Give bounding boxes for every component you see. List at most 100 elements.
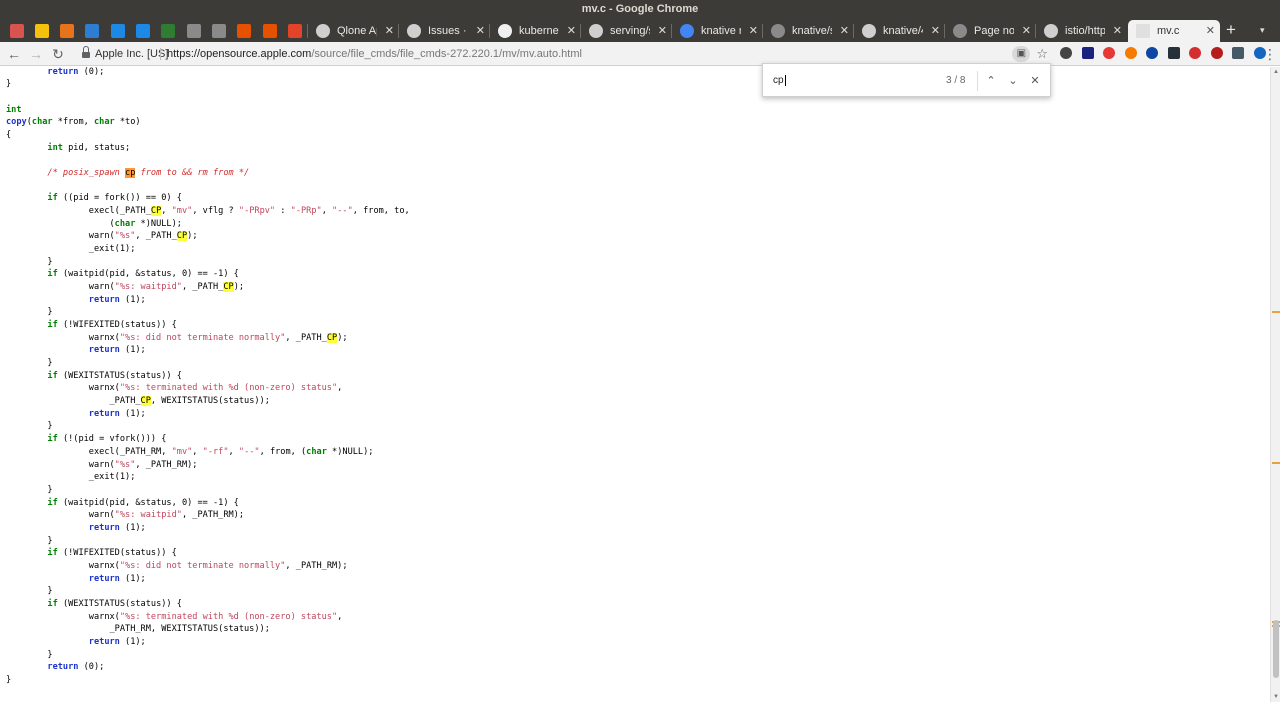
code-token: *)NULL); xyxy=(326,446,374,457)
code-token: , WEXITSTATUS(status)); xyxy=(150,396,270,407)
pinned-tab[interactable] xyxy=(257,20,282,42)
back-button[interactable]: ← xyxy=(4,44,24,64)
find-match-highlight: CP xyxy=(176,231,188,242)
find-previous-chevron-up-icon[interactable]: ⌃ xyxy=(982,71,1000,91)
lock-icon[interactable] xyxy=(82,46,90,58)
code-line: execl(_PATH_CP, "mv", vflg ? "-PRpv" : "… xyxy=(6,205,410,218)
bookmark-star-icon[interactable]: ☆ xyxy=(1036,44,1048,64)
url-text[interactable]: https://opensource.apple.com/source/file… xyxy=(167,44,582,64)
code-token: } xyxy=(6,535,53,546)
code-token: , xyxy=(337,383,343,394)
code-line: return (1); xyxy=(6,294,410,307)
ext-grid-icon[interactable] xyxy=(1232,47,1244,59)
tab-close-icon[interactable]: ✕ xyxy=(749,24,758,37)
ext-dark-icon[interactable] xyxy=(1167,47,1180,59)
code-token: { xyxy=(6,130,12,141)
code-token: "%s: waitpid" xyxy=(114,282,182,293)
code-token: (!(pid = vfork())) { xyxy=(57,434,167,445)
browser-tab[interactable]: kubernetes ✕ xyxy=(490,20,581,42)
scrollbar-thumb[interactable] xyxy=(1273,620,1279,678)
pinned-tab[interactable] xyxy=(282,20,307,42)
ext-square-icon[interactable] xyxy=(1081,47,1094,59)
code-token: return xyxy=(47,662,79,673)
browser-tab[interactable]: Page not f ✕ xyxy=(945,20,1036,42)
code-token: "--" xyxy=(332,206,353,217)
tab-close-icon[interactable]: ✕ xyxy=(1113,24,1122,37)
ext-orange-icon[interactable] xyxy=(1124,47,1137,59)
code-token: if xyxy=(47,548,58,559)
pinned-tab[interactable] xyxy=(156,20,181,42)
scroll-down-arrow-icon[interactable]: ▼ xyxy=(1273,694,1279,700)
ext-blue-arrow-icon[interactable] xyxy=(1146,47,1158,59)
find-next-chevron-down-icon[interactable]: ⌄ xyxy=(1004,71,1022,91)
code-token: } xyxy=(6,307,53,318)
vertical-scrollbar[interactable]: ▲ ▼ xyxy=(1270,67,1280,702)
active-tab[interactable]: mv.c ✕ xyxy=(1128,20,1220,42)
tab-close-icon[interactable]: ✕ xyxy=(1022,24,1031,37)
code-line: return (1); xyxy=(6,344,410,357)
pinned-tab[interactable] xyxy=(105,20,130,42)
scroll-up-arrow-icon[interactable]: ▲ xyxy=(1273,69,1279,75)
tab-close-icon[interactable]: ✕ xyxy=(840,24,849,37)
code-token: } xyxy=(6,649,53,660)
tab-search-chevron-icon[interactable]: ▾ xyxy=(1260,20,1265,40)
browser-tab[interactable]: serving/sp ✕ xyxy=(581,20,672,42)
tab-close-icon[interactable]: ✕ xyxy=(658,24,667,37)
loading-icon-2 xyxy=(211,24,226,38)
pinned-tab[interactable] xyxy=(181,20,206,42)
pinned-tab[interactable] xyxy=(232,20,257,42)
browser-tab[interactable]: knative/se ✕ xyxy=(763,20,854,42)
pinned-tab[interactable] xyxy=(131,20,156,42)
code-line: if (WEXITSTATUS(status)) { xyxy=(6,598,410,611)
code-token: (1); xyxy=(119,573,146,584)
browser-tab[interactable]: Qlone App ✕ xyxy=(308,20,399,42)
code-token: : xyxy=(275,206,291,217)
code-token: from to && rm from */ xyxy=(135,168,250,179)
address-divider xyxy=(160,48,161,60)
new-tab-button[interactable]: + xyxy=(1226,20,1236,40)
find-close-icon[interactable]: ✕ xyxy=(1026,71,1044,91)
code-token: , vflg ? xyxy=(192,206,239,217)
adblock-icon[interactable] xyxy=(1189,47,1201,59)
code-token: execl(_PATH_ xyxy=(6,206,151,217)
forward-button[interactable]: → xyxy=(26,44,46,64)
gear-orange-icon xyxy=(237,24,252,38)
info-ext-icon[interactable] xyxy=(1060,47,1072,59)
pinned-tab[interactable] xyxy=(55,20,80,42)
code-line: } xyxy=(6,674,410,687)
reload-button[interactable]: ↻ xyxy=(48,44,68,64)
browser-tab[interactable]: knative re ✕ xyxy=(672,20,763,42)
address-bar[interactable]: Apple Inc. [US] https://opensource.apple… xyxy=(74,44,1048,64)
pinned-tab[interactable] xyxy=(206,20,231,42)
browser-tab[interactable]: knative/4 ✕ xyxy=(854,20,945,42)
blank-page-icon xyxy=(1136,24,1150,38)
pinned-tab[interactable] xyxy=(4,20,29,42)
pinned-tab[interactable] xyxy=(80,20,105,42)
browser-tab[interactable]: Issues · kn ✕ xyxy=(399,20,490,42)
tab-separator xyxy=(307,24,308,38)
tab-close-icon[interactable]: ✕ xyxy=(567,24,576,37)
tab-close-icon[interactable]: ✕ xyxy=(385,24,394,37)
pinned-tab[interactable] xyxy=(29,20,54,42)
code-token: copy xyxy=(6,117,27,128)
github-icon xyxy=(862,24,876,38)
tab-close-icon[interactable]: ✕ xyxy=(931,24,940,37)
tab-close-icon[interactable]: ✕ xyxy=(1206,24,1215,37)
ext-red-icon[interactable] xyxy=(1103,47,1115,59)
find-divider xyxy=(977,71,978,91)
find-input[interactable]: cp xyxy=(773,73,943,89)
reader-mode-icon[interactable]: ▣ xyxy=(1012,46,1031,62)
tab-separator xyxy=(853,24,854,38)
window-title: mv.c - Google Chrome xyxy=(0,0,1280,18)
tab-close-icon[interactable]: ✕ xyxy=(476,24,485,37)
ublock-icon[interactable] xyxy=(1210,47,1223,59)
chrome-menu-icon[interactable]: ⋮ xyxy=(1263,44,1277,64)
code-token: ((pid = fork()) == 0) { xyxy=(57,193,182,204)
tab-separator xyxy=(671,24,672,38)
text-caret xyxy=(784,74,786,86)
browser-tab[interactable]: istio/http ✕ xyxy=(1036,20,1127,42)
code-token: warnx( xyxy=(6,383,120,394)
